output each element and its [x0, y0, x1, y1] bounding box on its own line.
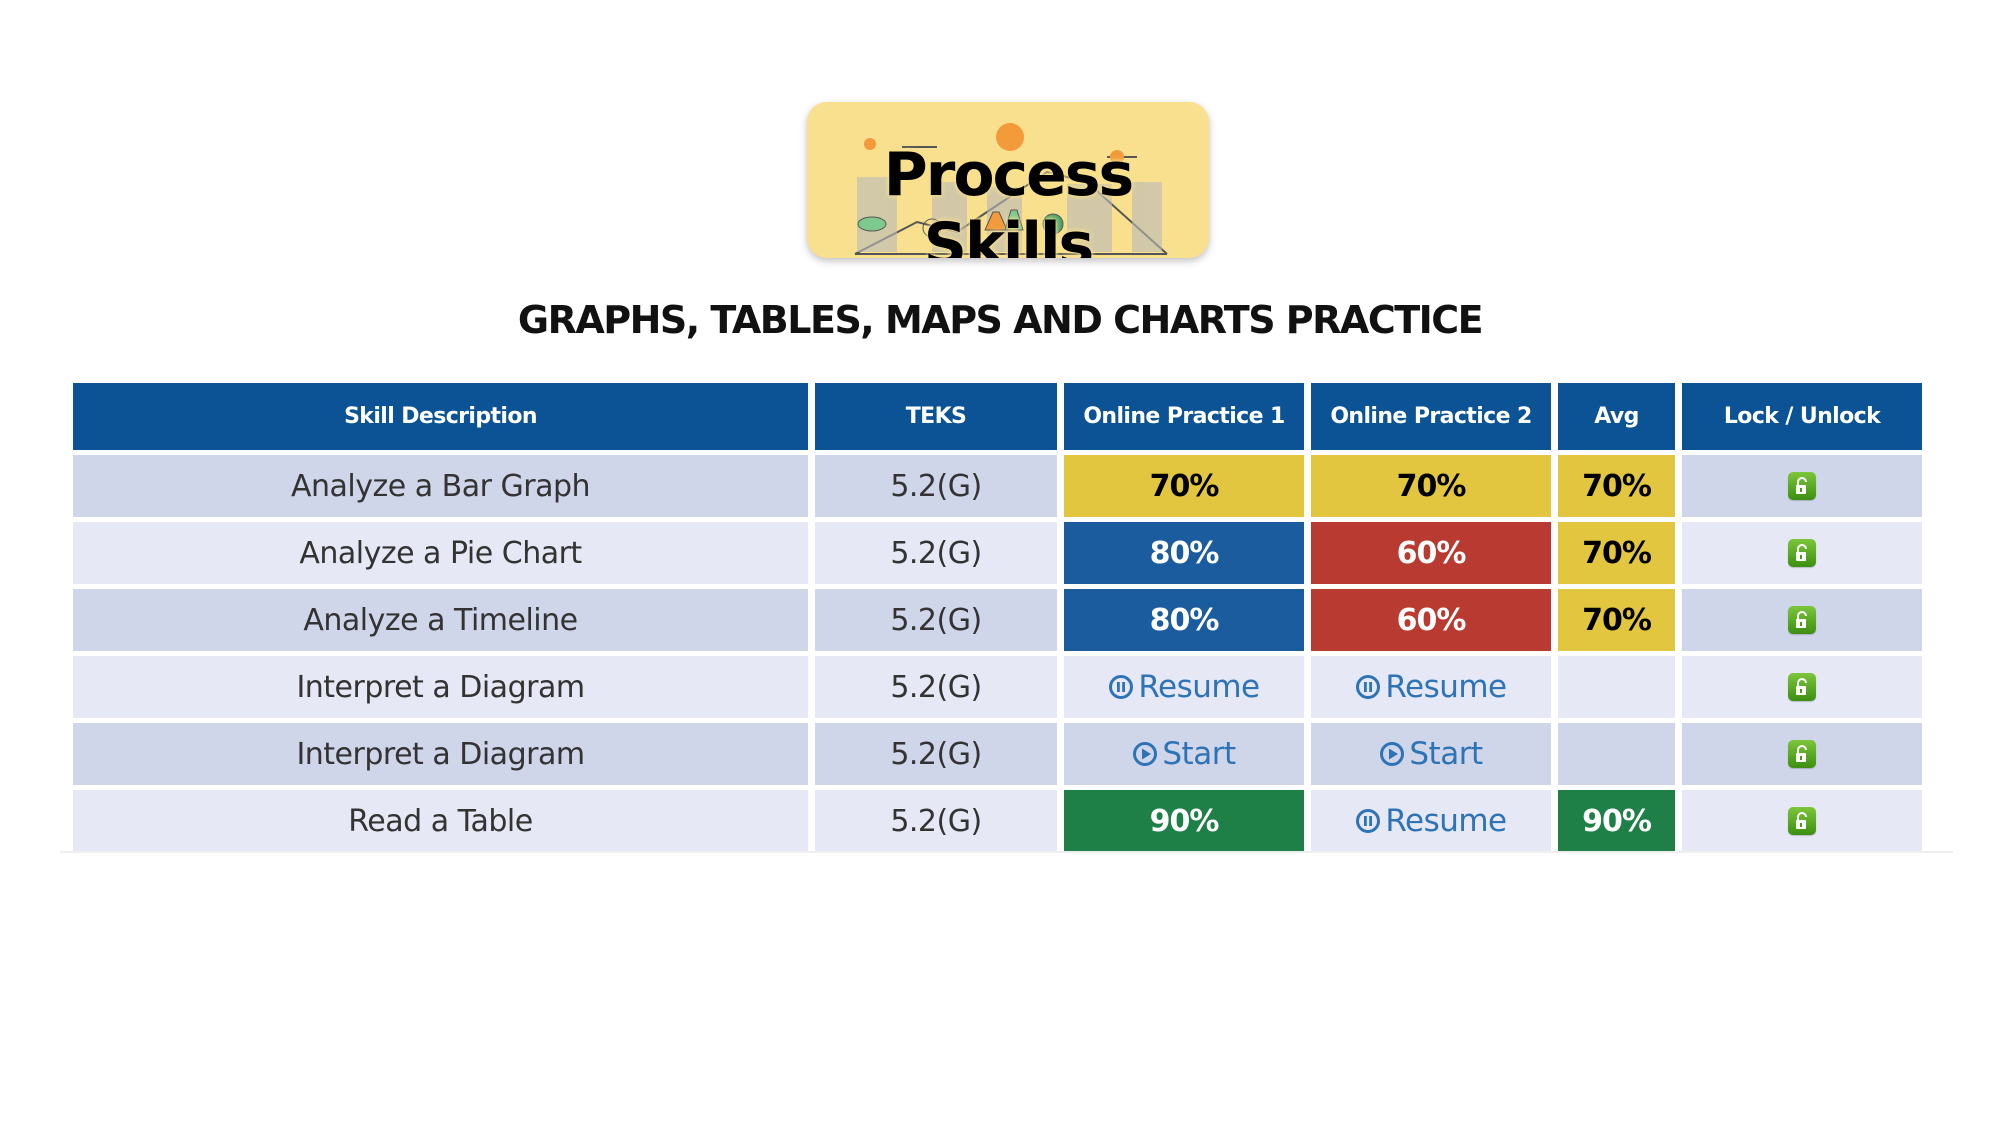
resume-button[interactable]: Resume: [1355, 669, 1507, 705]
start-button[interactable]: Start: [1379, 736, 1483, 772]
skill-description-cell: Analyze a Pie Chart: [73, 522, 808, 584]
skill-description-cell: Interpret a Diagram: [73, 723, 808, 785]
teks-cell: 5.2(G): [815, 656, 1057, 718]
avg-score-cell: 70%: [1558, 522, 1675, 584]
unlock-icon[interactable]: [1788, 606, 1816, 634]
action-label: Resume: [1138, 669, 1260, 705]
online-practice-2-cell: Resume: [1311, 656, 1551, 718]
online-practice-1-cell: Resume: [1064, 656, 1304, 718]
pause-circle-icon: [1355, 808, 1381, 834]
start-button[interactable]: Start: [1132, 736, 1236, 772]
teks-cell: 5.2(G): [815, 790, 1057, 852]
avg-empty-cell: [1558, 656, 1675, 718]
unlock-icon[interactable]: [1788, 807, 1816, 835]
teks-cell: 5.2(G): [815, 723, 1057, 785]
lock-unlock-cell: [1682, 790, 1922, 852]
online-practice-1-cell: Start: [1064, 723, 1304, 785]
avg-score-cell: 70%: [1558, 455, 1675, 517]
online-practice-1-score-cell: 80%: [1064, 522, 1304, 584]
avg-score-cell: 70%: [1558, 589, 1675, 651]
unlock-icon[interactable]: [1788, 539, 1816, 567]
skill-description-cell: Analyze a Bar Graph: [73, 455, 808, 517]
action-label: Start: [1409, 736, 1483, 772]
unlock-icon[interactable]: [1788, 472, 1816, 500]
pause-circle-icon: [1108, 674, 1134, 700]
lock-unlock-cell: [1682, 522, 1922, 584]
teks-cell: 5.2(G): [815, 589, 1057, 651]
online-practice-2-score-cell: 60%: [1311, 522, 1551, 584]
skill-description-cell: Read a Table: [73, 790, 808, 852]
action-label: Resume: [1385, 669, 1507, 705]
online-practice-2-score-cell: 70%: [1311, 455, 1551, 517]
teks-cell: 5.2(G): [815, 522, 1057, 584]
header-teks: TEKS: [815, 383, 1057, 450]
online-practice-1-score-cell: 80%: [1064, 589, 1304, 651]
online-practice-1-score-cell: 90%: [1064, 790, 1304, 852]
online-practice-1-score-cell: 70%: [1064, 455, 1304, 517]
skills-table: Skill Description TEKS Online Practice 1…: [73, 383, 1922, 852]
table-bottom-divider: [60, 851, 1953, 853]
play-circle-icon: [1132, 741, 1158, 767]
avg-score-cell: 90%: [1558, 790, 1675, 852]
unlock-icon[interactable]: [1788, 673, 1816, 701]
resume-button[interactable]: Resume: [1108, 669, 1260, 705]
pause-circle-icon: [1355, 674, 1381, 700]
lock-unlock-cell: [1682, 455, 1922, 517]
unlock-icon[interactable]: [1788, 740, 1816, 768]
online-practice-2-score-cell: 60%: [1311, 589, 1551, 651]
header-skill-description: Skill Description: [73, 383, 808, 450]
skill-description-cell: Interpret a Diagram: [73, 656, 808, 718]
logo-text: Process Skills: [883, 140, 1134, 258]
action-label: Start: [1162, 736, 1236, 772]
avg-empty-cell: [1558, 723, 1675, 785]
process-skills-logo: Process Skills: [807, 102, 1209, 258]
online-practice-2-cell: Start: [1311, 723, 1551, 785]
play-circle-icon: [1379, 741, 1405, 767]
lock-unlock-cell: [1682, 589, 1922, 651]
page-title: GRAPHS, TABLES, MAPS AND CHARTS PRACTICE: [517, 298, 1484, 342]
action-label: Resume: [1385, 803, 1507, 839]
lock-unlock-cell: [1682, 723, 1922, 785]
resume-button[interactable]: Resume: [1355, 803, 1507, 839]
header-online-practice-1: Online Practice 1: [1064, 383, 1304, 450]
teks-cell: 5.2(G): [815, 455, 1057, 517]
header-avg: Avg: [1558, 383, 1675, 450]
lock-unlock-cell: [1682, 656, 1922, 718]
skill-description-cell: Analyze a Timeline: [73, 589, 808, 651]
header-lock-unlock: Lock / Unlock: [1682, 383, 1922, 450]
online-practice-2-cell: Resume: [1311, 790, 1551, 852]
header-online-practice-2: Online Practice 2: [1311, 383, 1551, 450]
